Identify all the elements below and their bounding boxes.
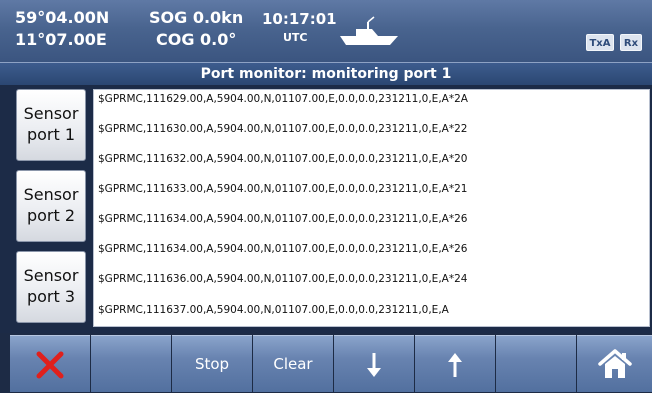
monitor-line: $GPRMC,111634.00,A,5904.00,N,01107.00,E,…: [98, 243, 468, 255]
longitude-readout: 11°07.00E: [15, 30, 107, 49]
monitor-line: $GPRMC,111636.00,A,5904.00,N,01107.00,E,…: [98, 273, 468, 285]
sog-readout: SOG 0.0kn: [149, 8, 244, 27]
status-header: 59°04.00N 11°07.00E SOG 0.0kn COG 0.0° 1…: [0, 0, 652, 63]
rx-indicator: Rx: [620, 34, 642, 51]
arrow-up-icon: [448, 353, 462, 377]
monitor-output[interactable]: $GPRMC,111629.00,A,5904.00,N,01107.00,E,…: [93, 89, 650, 327]
sensor-port-1-button[interactable]: Sensor port 1: [16, 89, 86, 161]
clear-button[interactable]: Clear: [253, 335, 333, 392]
home-button[interactable]: [577, 335, 652, 392]
scroll-up-button[interactable]: [415, 335, 495, 392]
bottom-toolbar: Stop Clear: [0, 333, 652, 392]
port-monitor-panel: Sensor port 1 Sensor port 2 Sensor port …: [0, 85, 652, 333]
monitor-line: $GPRMC,111630.00,A,5904.00,N,01107.00,E,…: [98, 123, 468, 135]
sensor-port-2-button[interactable]: Sensor port 2: [16, 170, 86, 242]
ship-icon: [340, 16, 398, 45]
home-icon: [597, 349, 632, 378]
empty-button-1[interactable]: [91, 335, 171, 392]
close-button[interactable]: [10, 335, 90, 392]
monitor-line: $GPRMC,111629.00,A,5904.00,N,01107.00,E,…: [98, 93, 468, 105]
scroll-down-button[interactable]: [334, 335, 414, 392]
arrow-down-icon: [367, 353, 381, 377]
monitor-line: $GPRMC,111634.00,A,5904.00,N,01107.00,E,…: [98, 213, 468, 225]
clock-timezone: UTC: [283, 31, 308, 44]
clock-time: 10:17:01: [262, 10, 337, 28]
latitude-readout: 59°04.00N: [15, 8, 110, 27]
sensor-port-3-button[interactable]: Sensor port 3: [16, 251, 86, 323]
monitor-line: $GPRMC,111632.00,A,5904.00,N,01107.00,E,…: [98, 153, 468, 165]
empty-button-2[interactable]: [496, 335, 576, 392]
stop-button[interactable]: Stop: [172, 335, 252, 392]
page-title: Port monitor: monitoring port 1: [0, 63, 652, 85]
cog-readout: COG 0.0°: [156, 30, 237, 49]
monitor-line: $GPRMC,111637.00,A,5904.00,N,01107.00,E,…: [98, 304, 449, 316]
tx-indicator: TxA: [586, 34, 614, 51]
close-icon: [36, 351, 64, 379]
monitor-line: $GPRMC,111633.00,A,5904.00,N,01107.00,E,…: [98, 183, 468, 195]
